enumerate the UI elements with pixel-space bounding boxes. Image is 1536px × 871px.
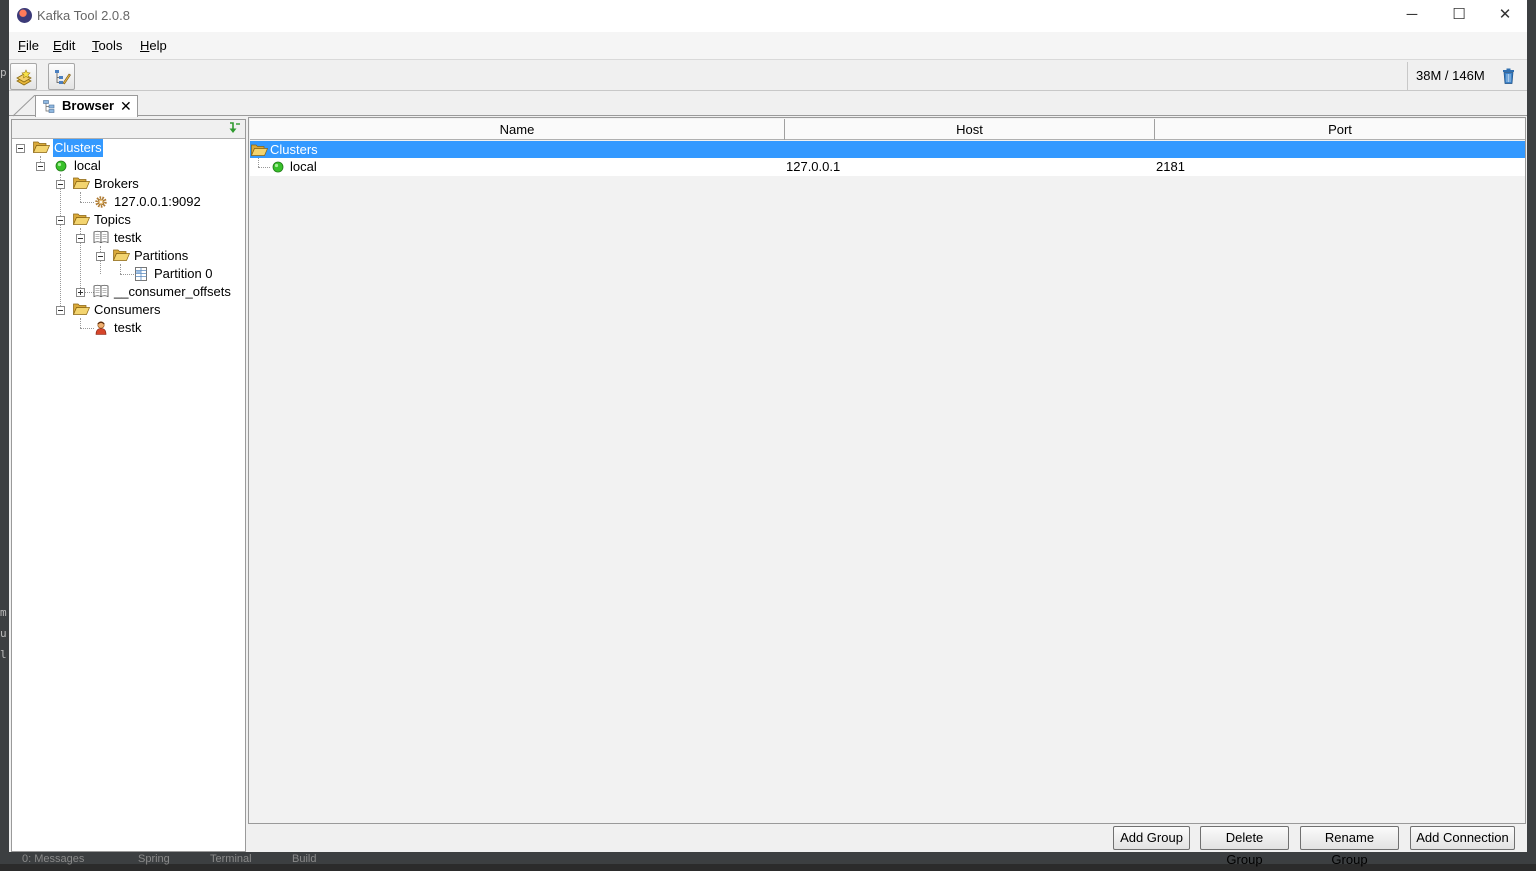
menu-help[interactable]: Help [140, 32, 167, 59]
memory-indicator[interactable]: 38M / 146M [1407, 62, 1526, 90]
tab-strip: Browser ✕ [9, 92, 1527, 117]
kafka-tool-window: Kafka Tool 2.0.8 ─ ☐ ✕ File Edit Tools H… [9, 0, 1527, 867]
cluster-tree-panel: Clusters local Brokers 127.0.0.1:9092 To… [11, 119, 246, 852]
minimize-button[interactable]: ─ [1389, 0, 1435, 31]
tree-expander[interactable] [56, 306, 65, 315]
delete-group-button[interactable]: Delete Group [1200, 826, 1289, 867]
partition-grid-icon [135, 267, 147, 281]
menu-edit[interactable]: Edit [53, 32, 75, 59]
row-port-cell: 2181 [1156, 159, 1185, 174]
tab-browser-label: Browser [62, 98, 115, 113]
row-host-cell: 127.0.0.1 [786, 159, 841, 174]
window-title: Kafka Tool 2.0.8 [37, 8, 130, 23]
tree-node-label: Partitions [134, 248, 189, 263]
background-ide-bottom-bar: 0: Messages Spring Terminal Build [0, 852, 1536, 865]
table-header: Name Host Port [250, 119, 1525, 140]
tree-node-label: testk [114, 230, 142, 245]
table-group-row[interactable]: Clusters [250, 141, 1525, 158]
add-connection-button[interactable]: Add Connection [1410, 826, 1515, 850]
ide-glyph: p [0, 66, 7, 79]
maximize-button[interactable]: ☐ [1436, 0, 1482, 31]
tree-expander[interactable] [76, 234, 85, 243]
tree-node-label: Brokers [94, 176, 139, 191]
tree-header [12, 120, 245, 139]
add-group-button[interactable]: Add Group [1113, 826, 1190, 850]
topic-book-icon [93, 284, 109, 298]
group-row-name: Clusters [270, 142, 318, 157]
table-row[interactable]: local 127.0.0.1 2181 [250, 158, 1525, 176]
folder-open-icon [251, 144, 268, 156]
topic-book-icon [93, 230, 109, 244]
edit-tree-button[interactable] [48, 63, 75, 90]
background-ide-left-strip: p m u l [0, 0, 9, 864]
column-header-name[interactable]: Name [250, 119, 785, 140]
folder-open-icon [33, 141, 50, 153]
tree-node-label: Clusters [53, 139, 103, 157]
tab-close-icon[interactable]: ✕ [120, 96, 132, 116]
edit-tree-icon [55, 70, 71, 85]
memory-usage-text: 38M / 146M [1416, 68, 1485, 83]
tab-strip-slant [13, 95, 36, 117]
action-button-bar: Add Group Delete Group Rename Group Add … [248, 824, 1526, 867]
folder-open-icon [113, 249, 130, 261]
folder-open-icon [73, 213, 90, 225]
column-header-host[interactable]: Host [785, 119, 1155, 140]
tree-expander[interactable] [56, 180, 65, 189]
ide-glyph: u [0, 627, 7, 640]
toolbar: 38M / 146M [9, 59, 1527, 91]
folder-open-icon [73, 303, 90, 315]
tree-node-label: Topics [94, 212, 131, 227]
background-ide-right-strip [1527, 0, 1536, 864]
add-cluster-button[interactable] [10, 63, 37, 90]
tree-expander[interactable] [16, 144, 25, 153]
consumer-person-icon [95, 321, 107, 335]
title-bar[interactable]: Kafka Tool 2.0.8 ─ ☐ ✕ [9, 0, 1527, 32]
folder-open-icon [73, 177, 90, 189]
tree-node-label: __consumer_offsets [114, 284, 231, 299]
row-name-cell: local [290, 159, 317, 174]
cluster-table-panel: Name Host Port Clusters local 127.0.0.1 … [248, 117, 1526, 824]
tree-node-label: local [74, 158, 101, 173]
tree-node-label: Partition 0 [154, 266, 213, 281]
green-status-icon [272, 161, 284, 173]
collapse-all-icon[interactable] [229, 122, 241, 135]
close-button[interactable]: ✕ [1482, 0, 1528, 31]
tree-expander[interactable] [56, 216, 65, 225]
tree-expander[interactable] [76, 288, 85, 297]
tree-node-label: 127.0.0.1:9092 [114, 194, 201, 209]
tree-node-label: Consumers [94, 302, 161, 317]
ide-glyph: l [0, 648, 7, 661]
tree-expander[interactable] [96, 252, 105, 261]
broker-gear-icon [95, 196, 107, 208]
rename-group-button[interactable]: Rename Group [1300, 826, 1399, 867]
tab-browser[interactable]: Browser ✕ [35, 95, 138, 117]
green-status-icon [55, 160, 67, 172]
menu-file[interactable]: File [18, 32, 39, 59]
ide-glyph: m [0, 606, 7, 619]
column-header-port[interactable]: Port [1155, 119, 1525, 140]
menu-bar: File Edit Tools Help [9, 32, 1527, 59]
menu-tools[interactable]: Tools [92, 32, 122, 59]
browser-tree-icon [43, 100, 55, 113]
tree-expander[interactable] [36, 162, 45, 171]
tree-node-label: testk [114, 320, 142, 335]
add-cluster-icon [16, 69, 32, 86]
trash-icon[interactable] [1502, 68, 1515, 84]
kafka-app-icon [17, 8, 32, 23]
